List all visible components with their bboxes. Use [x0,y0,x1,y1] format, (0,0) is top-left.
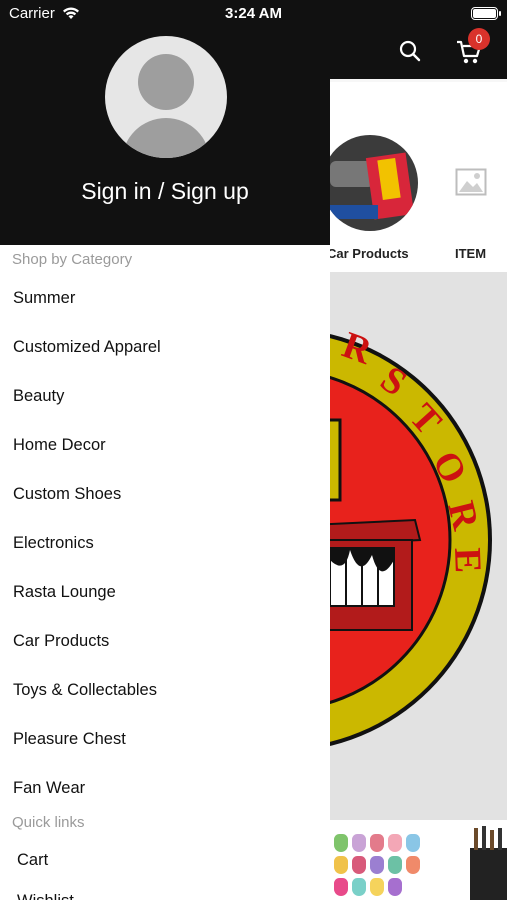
status-bar: Carrier 3:24 AM [0,0,507,27]
category-item-label: Summer [13,289,76,307]
image-placeholder-icon[interactable] [455,168,487,196]
category-item-pleasure-chest[interactable]: Pleasure Chest [0,716,330,765]
side-drawer: Sign in / Sign up Shop by Category Summe… [0,0,330,900]
search-icon[interactable] [398,39,422,63]
category-item-label: Custom Shoes [13,485,122,503]
quick-links-heading: Quick links [12,814,85,831]
category-item-label: Fan Wear [13,779,86,797]
category-item-customized-apparel[interactable]: Customized Apparel [0,324,330,373]
category-item-electronics[interactable]: Electronics [0,520,330,569]
cart-count-badge: 0 [468,28,490,50]
category-item-label: Beauty [13,387,65,405]
category-item-label: Rasta Lounge [13,583,116,601]
car-products-thumbnail[interactable] [322,135,418,231]
category-item-label: Car Products [13,632,110,650]
category-item-label: Electronics [13,534,94,552]
category-label-item: ITEM [455,246,487,261]
category-item-beauty[interactable]: Beauty [0,373,330,422]
category-item-summer[interactable]: Summer [0,275,330,324]
category-item-label: Toys & Collectables [13,681,157,699]
category-item-car-products[interactable]: Car Products [0,618,330,667]
svg-text:E: E [446,547,489,574]
shop-by-category-heading: Shop by Category [12,251,133,268]
category-item-label: Pleasure Chest [13,730,126,748]
clock: 3:24 AM [225,5,282,22]
category-item-home-decor[interactable]: Home Decor [0,422,330,471]
category-item-rasta-lounge[interactable]: Rasta Lounge [0,569,330,618]
category-item-toys-collectables[interactable]: Toys & Collectables [0,667,330,716]
battery-icon [471,7,501,20]
quick-link-wishlist[interactable]: Wishlist [0,878,330,900]
category-label-car-products: Car Products [327,246,409,261]
quick-link-label: Wishlist [17,892,74,900]
sign-in-button[interactable]: Sign in / Sign up [0,178,330,205]
user-silhouette-icon [138,54,194,110]
category-item-label: Home Decor [13,436,106,454]
drawer-header: Sign in / Sign up [0,0,330,245]
brush-set-image [470,826,507,900]
quick-link-label: Cart [17,851,49,869]
category-item-custom-shoes[interactable]: Custom Shoes [0,471,330,520]
category-item-label: Customized Apparel [13,338,161,356]
avatar[interactable] [105,36,227,158]
category-item-fan-wear[interactable]: Fan Wear [0,765,330,814]
